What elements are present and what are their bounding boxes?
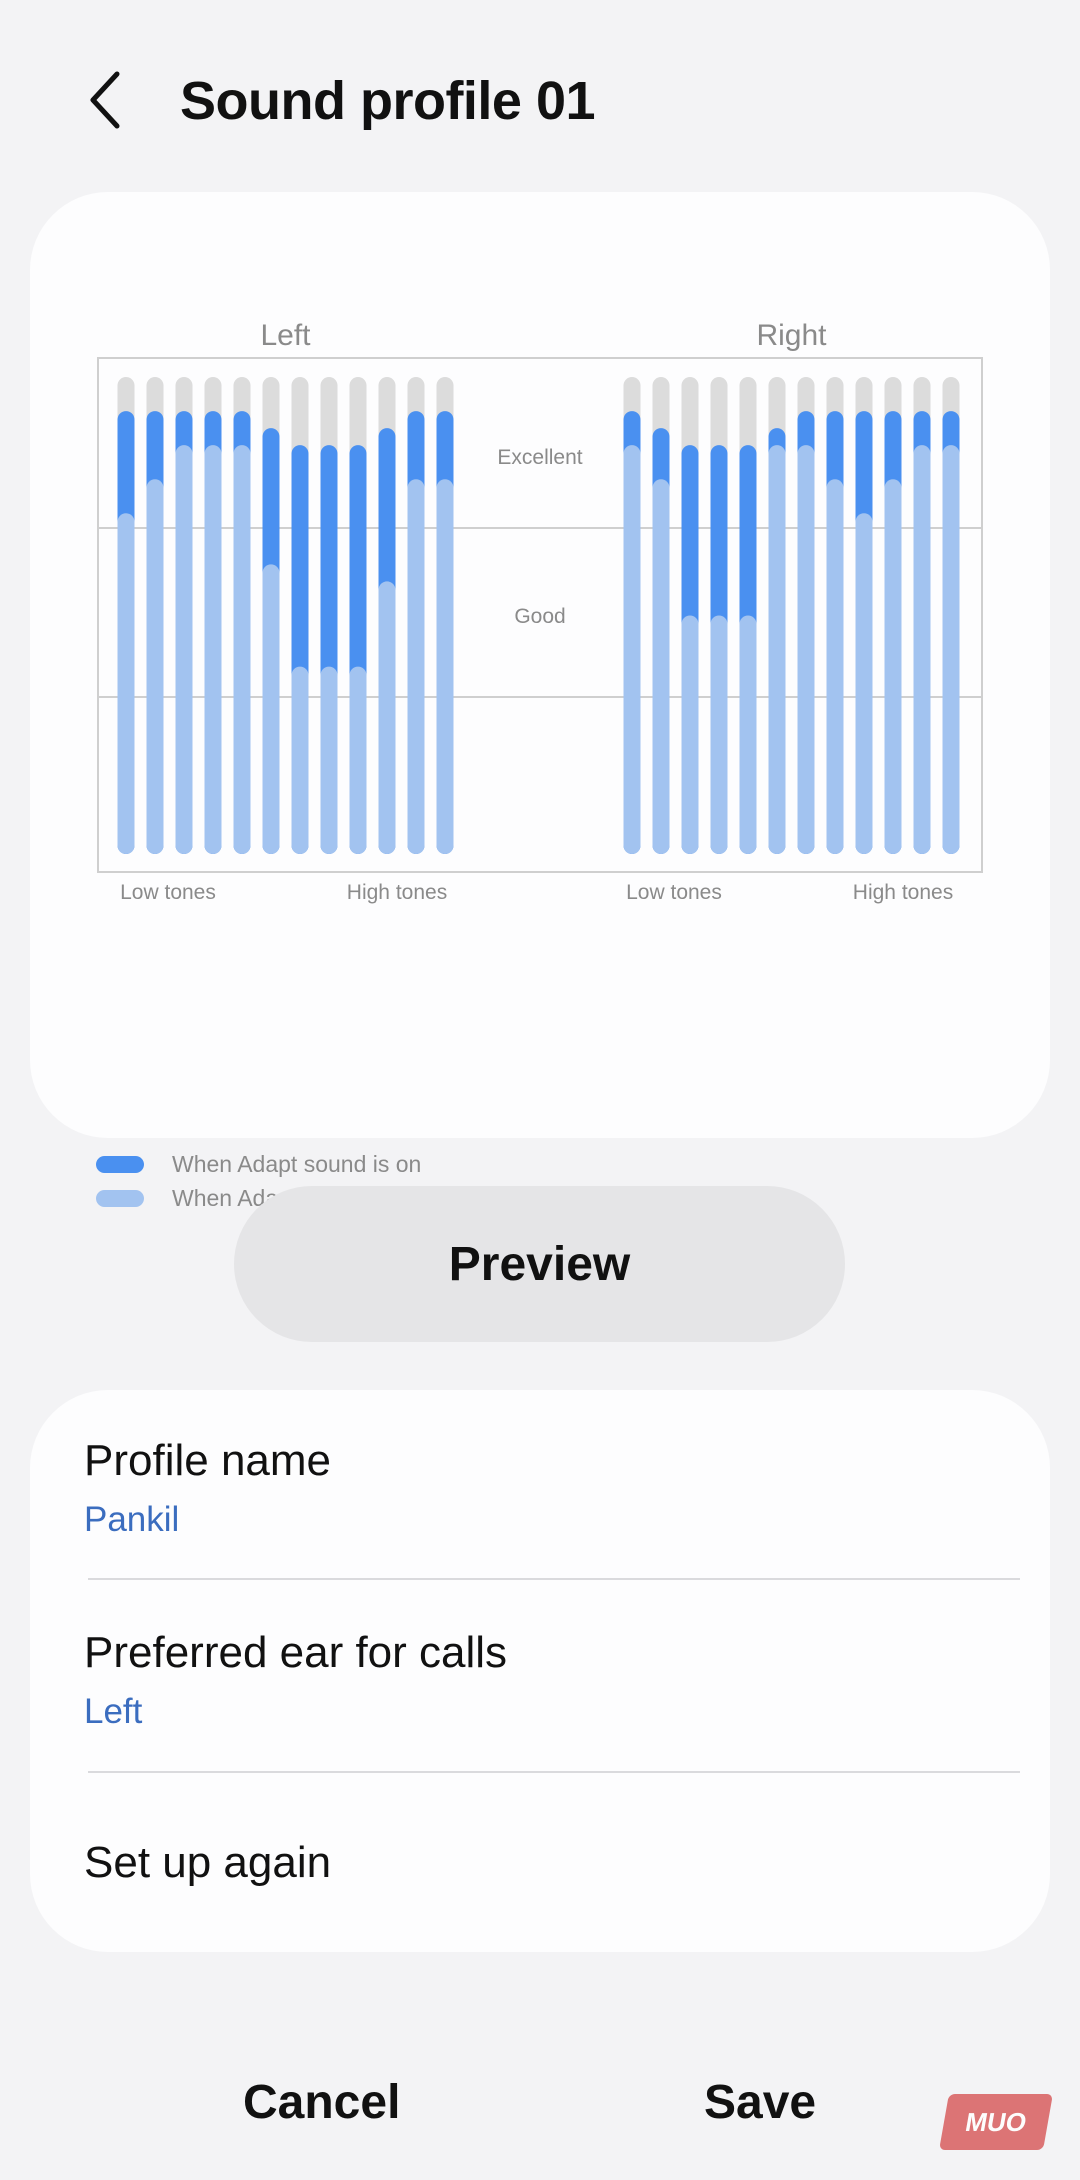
back-button[interactable] bbox=[70, 60, 140, 140]
chevron-left-icon bbox=[90, 71, 120, 129]
bar-adapt-off bbox=[739, 615, 757, 854]
x-end-label: High tones bbox=[347, 881, 447, 904]
bar-adapt-off bbox=[117, 513, 135, 854]
hearing-chart: Left Low tones High tones Right Low tones Hig… bbox=[97, 319, 983, 904]
hearing-chart-card: Left Low tones High tones Right Low tones Hig… bbox=[30, 192, 1050, 1211]
bar-adapt-off bbox=[233, 445, 251, 854]
set-up-again-title: Set up again bbox=[84, 1838, 332, 1887]
bar-adapt-off bbox=[826, 479, 844, 854]
bar-adapt-off bbox=[681, 615, 699, 854]
bar-adapt-off bbox=[407, 479, 425, 854]
divider bbox=[88, 1771, 1020, 1773]
band-label-excellent: Excellent bbox=[497, 446, 582, 469]
bar-adapt-off bbox=[436, 479, 454, 854]
panel-title: Left bbox=[260, 319, 311, 352]
bar-adapt-off bbox=[913, 445, 931, 854]
band-label-good: Good bbox=[514, 605, 565, 628]
bar-adapt-off bbox=[652, 479, 670, 854]
bar-adapt-off bbox=[378, 581, 396, 854]
x-start-label: Low tones bbox=[626, 881, 722, 904]
profile-name-title: Profile name bbox=[84, 1436, 332, 1485]
page-title: Sound profile 01 bbox=[180, 71, 596, 131]
legend-swatch-on bbox=[96, 1155, 144, 1173]
preferred-ear-setting[interactable]: Preferred ear for calls Left bbox=[84, 1628, 1004, 1732]
bar-adapt-off bbox=[320, 666, 338, 854]
x-start-label: Low tones bbox=[120, 881, 216, 904]
bar-adapt-off bbox=[262, 564, 280, 854]
bar-adapt-off bbox=[204, 445, 222, 854]
save-button[interactable]: Save bbox=[704, 2075, 816, 2130]
header: Sound profile 01 bbox=[0, 0, 1080, 190]
legend-label-on: When Adapt sound is on bbox=[172, 1150, 422, 1177]
profile-name-value: Pankil bbox=[84, 1500, 180, 1539]
preferred-ear-title: Preferred ear for calls bbox=[84, 1628, 508, 1677]
bar-adapt-off bbox=[710, 615, 728, 854]
set-up-again-setting[interactable]: Set up again bbox=[84, 1838, 1004, 1888]
bar-adapt-off bbox=[146, 479, 164, 854]
bar-adapt-off bbox=[623, 445, 641, 854]
bar-adapt-off bbox=[768, 445, 786, 854]
preview-button[interactable]: Preview bbox=[234, 1186, 845, 1342]
x-end-label: High tones bbox=[853, 881, 953, 904]
panel-title: Right bbox=[756, 319, 827, 352]
bar-adapt-off bbox=[855, 513, 873, 854]
bar-adapt-off bbox=[797, 445, 815, 854]
settings-card: Profile name Pankil Preferred ear for ca… bbox=[30, 1390, 1050, 1952]
bar-adapt-off bbox=[349, 666, 367, 854]
preferred-ear-value: Left bbox=[84, 1692, 143, 1731]
divider bbox=[88, 1578, 1020, 1580]
watermark-logo: MUO bbox=[939, 2094, 1053, 2150]
cancel-button[interactable]: Cancel bbox=[243, 2075, 400, 2130]
bar-adapt-off bbox=[942, 445, 960, 854]
profile-name-setting[interactable]: Profile name Pankil bbox=[84, 1436, 1004, 1540]
bar-adapt-off bbox=[884, 479, 902, 854]
legend-swatch-off bbox=[96, 1189, 144, 1207]
bar-adapt-off bbox=[175, 445, 193, 854]
legend-item-on: When Adapt sound is on bbox=[96, 1147, 421, 1181]
bar-adapt-off bbox=[291, 666, 309, 854]
